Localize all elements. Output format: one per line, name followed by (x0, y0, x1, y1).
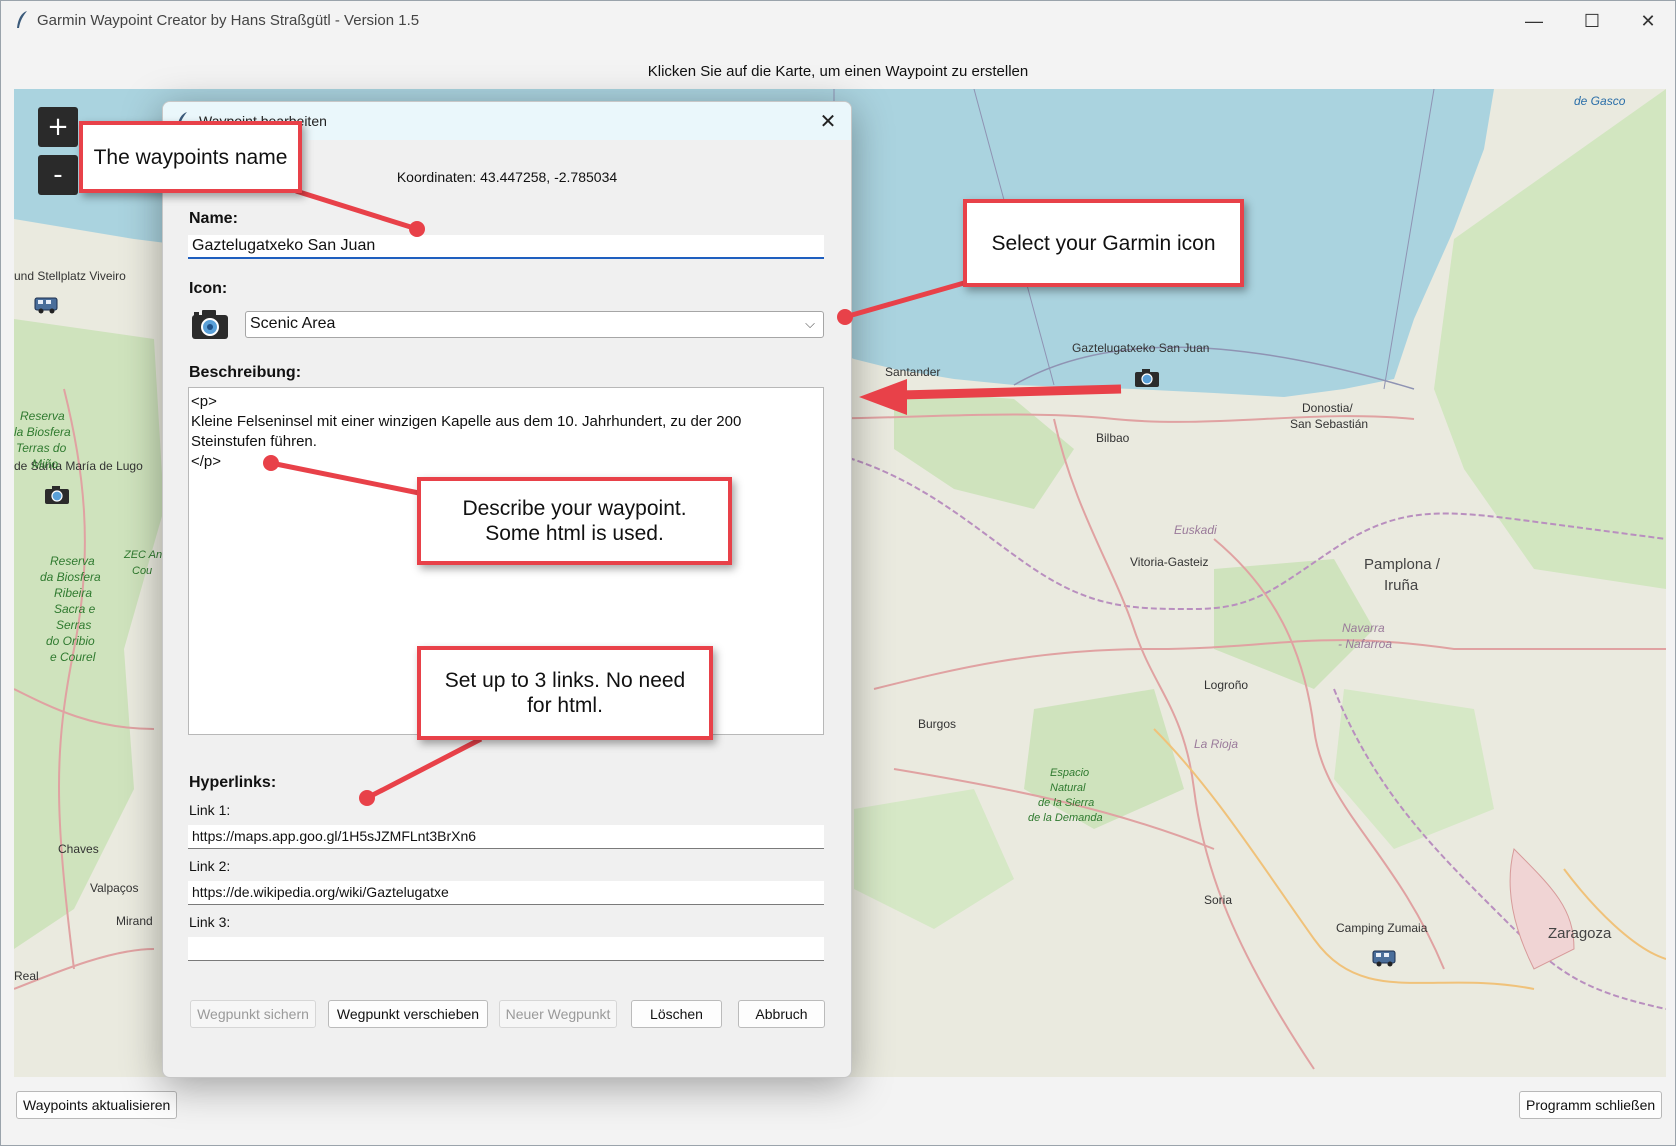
name-label: Name: (189, 210, 238, 227)
icon-select[interactable]: Scenic Area ⌵ (245, 311, 824, 338)
name-field[interactable]: Gaztelugatxeko San Juan (188, 235, 824, 259)
close-icon: ✕ (819, 110, 837, 133)
edit-waypoint-dialog: Waypoint bearbeiten ✕ Koordinaten: 43.44… (162, 101, 852, 1078)
feather-icon (17, 11, 27, 28)
map-label-biosfera-2: da Biosfera (40, 570, 101, 584)
map-label-donostia: Donostia/ (1302, 401, 1353, 415)
minimize-button[interactable]: — (1505, 1, 1563, 41)
map-label-camping-zumaia: Camping Zumaia (1336, 921, 1428, 935)
window-title: Garmin Waypoint Creator by Hans Straßgüt… (37, 12, 420, 29)
app-window: Garmin Waypoint Creator by Hans Straßgüt… (0, 0, 1676, 1146)
map-label-ribeira: Ribeira (54, 586, 93, 600)
map-label-pamplona: Pamplona / (1364, 556, 1440, 573)
map-label-natural: Natural (1050, 782, 1086, 794)
map-label-mirande: Mirand (116, 914, 153, 928)
map-label-biosfera-1: la Biosfera (14, 425, 71, 439)
map-label-chaves: Chaves (58, 842, 99, 856)
rv-camper-icon[interactable] (1372, 947, 1398, 969)
callout-description-line: Describe your waypoint. (462, 497, 687, 520)
new-waypoint-button[interactable]: Neuer Wegpunkt (499, 1000, 617, 1028)
map-label-navarra: Navarra (1342, 621, 1385, 635)
map-label-de-la-sierra: de la Sierra (1038, 797, 1095, 809)
callout-description-line: Some html is used. (485, 522, 664, 545)
map-label-sacra: Sacra e (54, 602, 96, 616)
map-label-logrono: Logroño (1204, 678, 1249, 692)
icon-label: Icon: (189, 280, 228, 297)
zoom-in-button[interactable]: + (38, 107, 78, 147)
refresh-waypoints-button[interactable]: Waypoints aktualisieren (16, 1091, 178, 1119)
map-label-oribio: do Oribio (46, 634, 95, 648)
description-label: Beschreibung: (189, 364, 302, 381)
map-label-zaragoza: Zaragoza (1548, 925, 1612, 942)
map-label-courel: e Courel (50, 650, 96, 664)
map-label-gaztelugatxe: Gaztelugatxeko San Juan (1072, 341, 1210, 355)
link1-field[interactable]: https://maps.app.goo.gl/1H5sJZMFLnt3BrXn… (188, 825, 824, 849)
callout-links-line: Set up to 3 links. No need (444, 669, 686, 692)
map-label-terras: Terras do (16, 441, 67, 455)
map-label-de-la-demanda: de la Demanda (1028, 812, 1103, 824)
close-window-button[interactable]: ✕ (1619, 1, 1675, 41)
map-label-espacio: Espacio (1050, 767, 1090, 779)
maximize-icon: ☐ (1583, 10, 1601, 31)
minimize-icon: — (1525, 10, 1543, 31)
map-label-valpacos: Valpaços (90, 881, 139, 895)
map-label-bilbao: Bilbao (1096, 431, 1130, 445)
map-label-soria: Soria (1204, 893, 1233, 907)
hyperlinks-label: Hyperlinks: (189, 774, 277, 791)
map-label-san-sebastian: San Sebastián (1290, 417, 1369, 431)
map-label-cou: Cou (132, 565, 153, 577)
callout-icon: Select your Garmin icon (963, 199, 1244, 287)
delete-button[interactable]: Löschen (631, 1000, 722, 1028)
map-label-vitoria: Vitoria-Gasteiz (1130, 555, 1209, 569)
callout-description: Describe your waypoint. Some html is use… (417, 477, 732, 565)
save-waypoint-button[interactable]: Wegpunkt sichern (190, 1000, 316, 1028)
map-label-real: Real (14, 969, 39, 983)
description-line: </p> (191, 453, 222, 470)
rv-camper-icon[interactable] (34, 294, 60, 316)
link3-label: Link 3: (189, 914, 231, 930)
map-label-iruna: Iruña (1384, 577, 1419, 594)
map-label-nafarroa: - Nafarroa (1338, 637, 1393, 651)
camera-icon[interactable] (1134, 367, 1160, 389)
description-line: Steinstufen führen. (191, 433, 317, 450)
map-label-de-gasco: de Gasco (1574, 94, 1626, 108)
map-label-reserva-1: Reserva (20, 409, 65, 423)
map-label-mino: Miño (32, 457, 59, 471)
map-label-santander: Santander (885, 365, 941, 379)
move-waypoint-button[interactable]: Wegpunkt verschieben (328, 1000, 488, 1028)
map-label-reserva-2: Reserva (50, 554, 95, 568)
camera-icon[interactable] (44, 484, 70, 506)
callout-links-line: for html. (527, 694, 603, 717)
camera-icon (192, 310, 228, 339)
link1-label: Link 1: (189, 802, 231, 818)
map-hint: Klicken Sie auf die Karte, um einen Wayp… (647, 63, 1029, 80)
cancel-button[interactable]: Abbruch (738, 1000, 825, 1028)
description-line: Kleine Felseninsel mit einer winzigen Ka… (191, 413, 742, 430)
chevron-down-icon: ⌵ (805, 316, 815, 331)
map-label-serras: Serras (56, 618, 92, 632)
close-icon: ✕ (1640, 10, 1656, 31)
link2-label: Link 2: (189, 858, 231, 874)
icon-select-value: Scenic Area (250, 315, 336, 332)
dialog-close-button[interactable]: ✕ (815, 108, 841, 134)
map-label-la-rioja: La Rioja (1194, 737, 1239, 751)
callout-name: The waypoints name (79, 121, 302, 193)
map-label-zec: ZEC An (124, 549, 163, 561)
close-program-button[interactable]: Programm schließen (1519, 1091, 1663, 1119)
maximize-button[interactable]: ☐ (1563, 1, 1621, 41)
description-line: <p> (191, 393, 217, 410)
zoom-out-button[interactable]: - (38, 155, 78, 195)
map-label-burgos: Burgos (918, 717, 957, 731)
link2-field[interactable]: https://de.wikipedia.org/wiki/Gaztelugat… (188, 881, 824, 905)
map-label-euskadi: Euskadi (1174, 523, 1217, 537)
title-bar: Garmin Waypoint Creator by Hans Straßgüt… (1, 1, 1675, 41)
callout-links: Set up to 3 links. No need for html. (417, 646, 713, 740)
map-label-stellplatz: und Stellplatz Viveiro (14, 269, 126, 283)
link3-field[interactable] (188, 937, 824, 961)
